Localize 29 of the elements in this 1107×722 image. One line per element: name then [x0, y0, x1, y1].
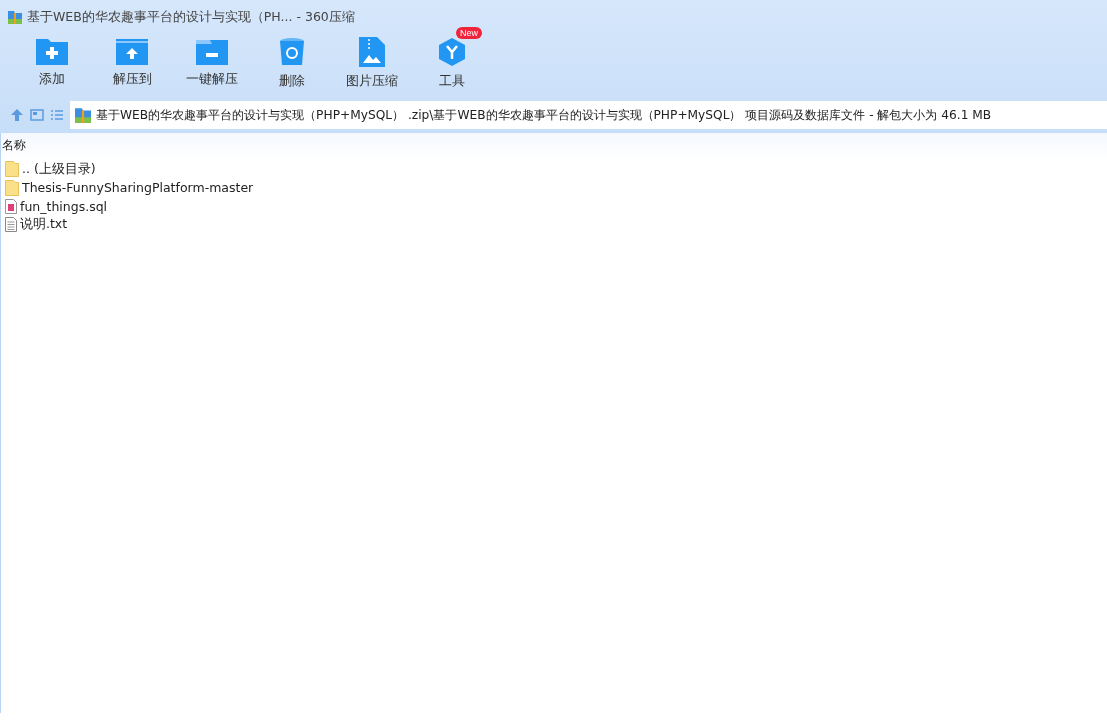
- database-file-icon: [5, 198, 17, 214]
- file-name[interactable]: .. (上级目录): [22, 160, 96, 178]
- new-badge: New: [456, 27, 482, 39]
- toolbar-button[interactable]: 删除: [252, 27, 332, 97]
- folder-icon: [5, 179, 19, 196]
- folder-plus-icon: [36, 37, 68, 65]
- list-view-icon[interactable]: [50, 108, 64, 122]
- file-name[interactable]: 说明.txt: [20, 216, 68, 234]
- archive-icon: [8, 10, 22, 24]
- thumbnail-view-icon[interactable]: [30, 108, 44, 122]
- toolbar-button[interactable]: 添加: [12, 27, 92, 97]
- toolbar-button[interactable]: 一键解压: [172, 27, 252, 97]
- up-arrow-icon[interactable]: [10, 108, 24, 122]
- folder-minus-icon: [196, 37, 228, 65]
- file-name[interactable]: fun_things.sql: [20, 198, 108, 214]
- text-file-icon: [5, 217, 17, 233]
- toolbar-button[interactable]: 图片压缩: [332, 27, 412, 97]
- recycle-bin-icon: [279, 37, 305, 67]
- hexagon-icon: [437, 37, 467, 67]
- folder-icon: [5, 161, 19, 178]
- folder-upload-icon: [116, 37, 148, 65]
- toolbar-button[interactable]: 解压到: [92, 27, 172, 97]
- image-file-icon: [359, 37, 385, 67]
- archive-icon: [75, 107, 91, 123]
- window-title: 基于WEB的华农趣事平台的设计与实现（PH... - 360压缩: [27, 8, 355, 26]
- file-name[interactable]: Thesis-FunnySharingPlatform-master: [22, 180, 254, 196]
- toolbar-button[interactable]: New 工具: [412, 27, 492, 97]
- path-text: 基于WEB的华农趣事平台的设计与实现（PHP+MySQL） .zip\基于WEB的华农趣事平台的设计与实现（PHP+MySQL） 项目源码及数据库文件 - 解包大小为 46.1 MB: [96, 106, 992, 124]
- address-bar[interactable]: 基于WEB的华农趣事平台的设计与实现（PHP+MySQL） .zip\基于WEB的华农趣事平台的设计与实现（PHP+MySQL） 项目源码及数据库文件 - 解包大小为 46.1 MB: [70, 101, 1107, 129]
